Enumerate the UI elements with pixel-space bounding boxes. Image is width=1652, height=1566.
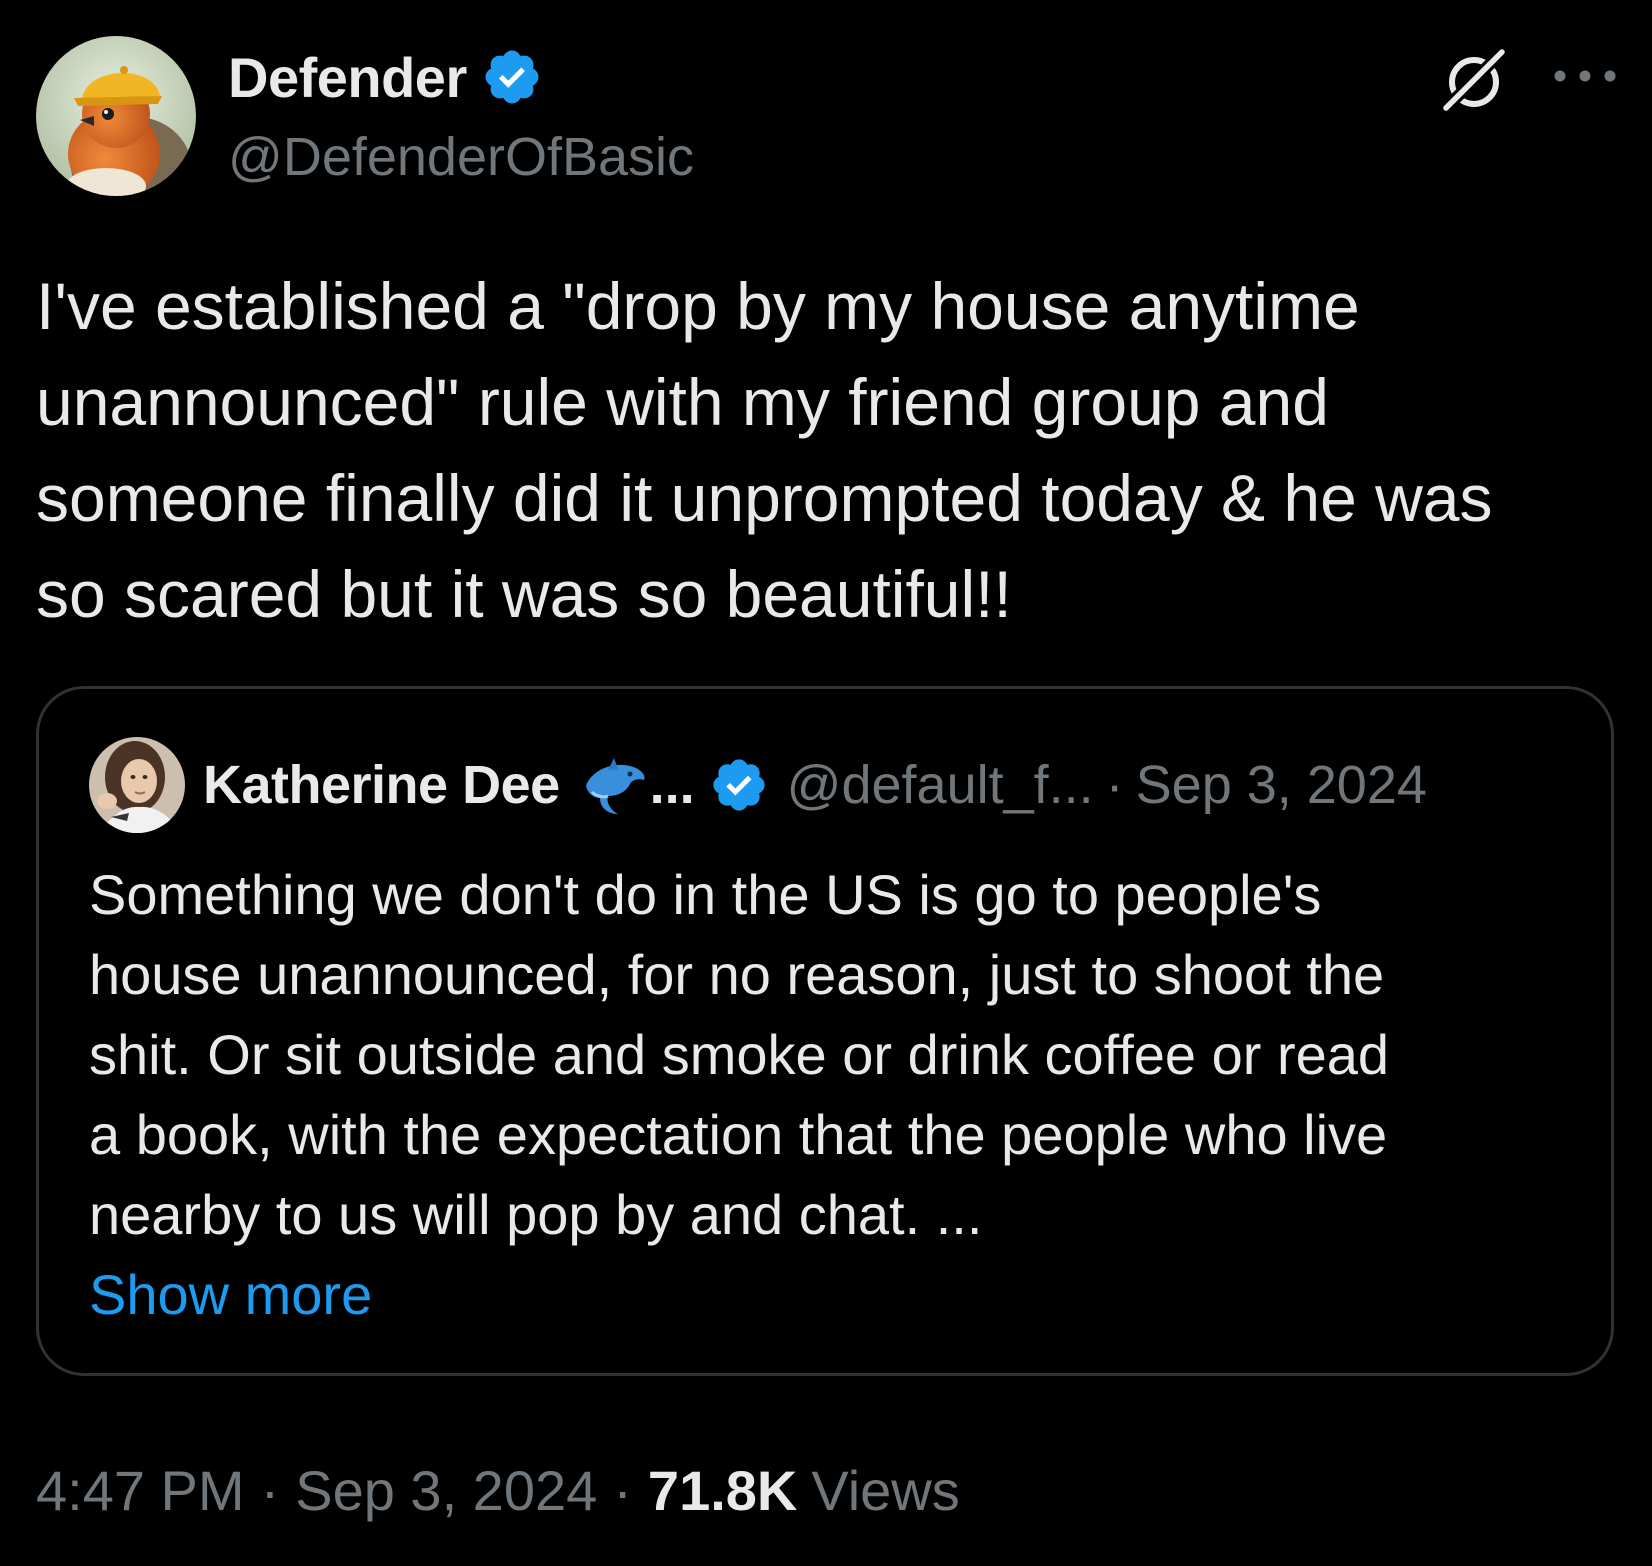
tweet: Defender @DefenderOfBasic I've establish…	[0, 0, 1652, 1566]
show-more-link[interactable]: Show more	[89, 1255, 372, 1335]
separator-dot: ·	[1105, 755, 1124, 815]
separator-dot: ·	[613, 1459, 632, 1522]
verified-badge-icon	[713, 759, 765, 811]
tweet-meta: 4:47 PM · Sep 3, 2024 · 71.8K Views	[36, 1458, 960, 1523]
quoted-author-avatar[interactable]	[89, 737, 185, 833]
views-label: Views	[811, 1459, 960, 1522]
author-handle[interactable]: @DefenderOfBasic	[228, 126, 694, 188]
quoted-tweet-text: Something we don't do in the US is go to…	[89, 863, 1390, 1246]
katherine-avatar-icon	[89, 737, 185, 833]
quoted-tweet-date[interactable]: Sep 3, 2024	[1136, 754, 1427, 816]
quoted-author-name[interactable]: Katherine Dee	[203, 754, 560, 816]
more-options-icon[interactable]	[1550, 58, 1620, 94]
robin-avatar-icon	[36, 36, 196, 196]
tweet-date[interactable]: Sep 3, 2024	[295, 1458, 597, 1523]
quoted-tweet-header: Katherine Dee ... @default_f... · Sep 3,…	[203, 743, 1427, 827]
tweet-time[interactable]: 4:47 PM	[36, 1458, 245, 1523]
grok-icon[interactable]	[1438, 44, 1510, 116]
dolphin-icon	[585, 758, 645, 814]
author-name[interactable]: Defender	[228, 45, 467, 110]
author-name-row: Defender	[228, 42, 543, 112]
views-count[interactable]: 71.8K	[648, 1458, 797, 1523]
quoted-tweet-card[interactable]: Katherine Dee ... @default_f... · Sep 3,…	[36, 686, 1614, 1376]
verified-badge-icon	[485, 50, 539, 104]
tweet-text: I've established a "drop by my house any…	[36, 269, 1493, 631]
quoted-name-ellipsis: ...	[649, 755, 695, 815]
author-avatar[interactable]	[36, 36, 196, 196]
separator-dot: ·	[260, 1459, 280, 1522]
quoted-author-handle[interactable]: @default_f...	[787, 754, 1094, 816]
